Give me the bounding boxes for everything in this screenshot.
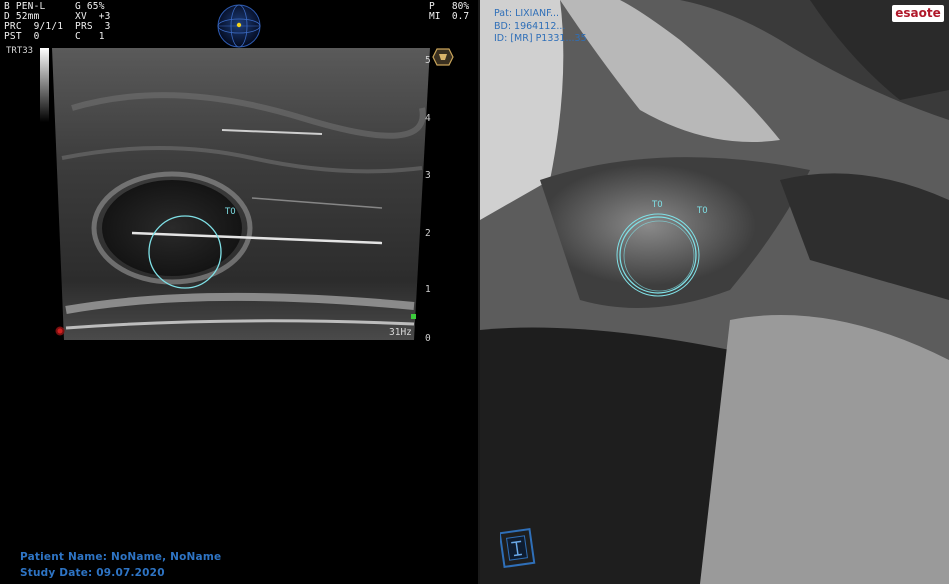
ultrasound-image	[52, 48, 430, 340]
mri-patient: Pat: LIXIANF...	[494, 8, 560, 19]
grayscale-bar	[40, 48, 49, 122]
esaote-logo: esaote	[892, 5, 944, 22]
depth-tick-3: 3	[425, 170, 431, 181]
mri-birth-date: BD: 1964112...	[494, 21, 566, 32]
study-date: Study Date: 09.07.2020	[20, 567, 165, 579]
mri-id: ID: [MR] P1331...35	[494, 33, 587, 44]
depth-tick-0: 0	[425, 333, 431, 344]
record-dot-icon	[55, 326, 65, 336]
mri-image	[480, 0, 949, 584]
probe-icon[interactable]	[432, 48, 454, 66]
ultrasound-panel: B PEN-L G 65% D 52mm XV +3 PRC 9/1/1 PRS 3…	[0, 0, 478, 584]
depth-tick-2: 2	[425, 228, 431, 239]
depth-tick-1: 1	[425, 284, 431, 295]
us-target-label: T0	[225, 207, 236, 217]
grayscale-map-label: TRT33	[6, 46, 34, 56]
body-marker-icon[interactable]	[500, 527, 536, 569]
mri-target-label-2: T0	[697, 206, 708, 216]
logo-text: esaote	[895, 6, 941, 20]
mri-panel: Pat: LIXIANF... BD: 1964112... ID: [MR] …	[480, 0, 949, 584]
patient-name: Patient Name: NoName, NoName	[20, 551, 222, 563]
mi-line: MI 0.7	[429, 11, 470, 22]
power-mi-readout: P 80% MI 0.7	[429, 2, 469, 22]
scan-parameters: B PEN-L G 65% D 52mm XV +3 PRC 9/1/1 PRS 3…	[4, 2, 111, 42]
orientation-globe-icon[interactable]	[216, 3, 262, 49]
param-line-4: PST 0 C 1	[4, 31, 105, 42]
depth-tick-5: 5	[425, 55, 431, 66]
mri-target-label-1: T0	[652, 200, 663, 210]
frame-rate: 31Hz	[389, 327, 412, 338]
depth-tick-4: 4	[425, 113, 431, 124]
focus-marker	[411, 314, 416, 319]
